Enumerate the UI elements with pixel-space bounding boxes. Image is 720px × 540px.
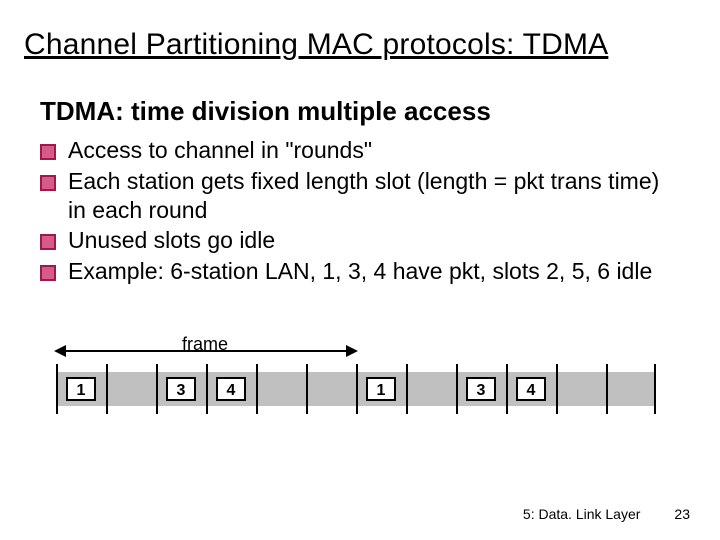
- slot-box: 4: [216, 377, 246, 401]
- tdma-diagram: frame134134: [56, 336, 656, 416]
- slide-subtitle: TDMA: time division multiple access: [40, 96, 491, 127]
- slot-divider: [356, 364, 358, 414]
- slot-divider: [106, 364, 108, 414]
- slide-footer: 5: Data. Link Layer 23: [523, 506, 690, 522]
- bullet-item: Each station gets fixed length slot (len…: [40, 167, 660, 225]
- bullet-icon: [40, 234, 56, 250]
- slot-box: 1: [66, 377, 96, 401]
- slide: Channel Partitioning MAC protocols: TDMA…: [0, 0, 720, 540]
- slot-divider: [606, 364, 608, 414]
- slot-divider: [206, 364, 208, 414]
- bullet-text: Each station gets fixed length slot (len…: [68, 167, 660, 225]
- slot-divider: [306, 364, 308, 414]
- slot-box: 3: [166, 377, 196, 401]
- bullet-text: Access to channel in "rounds": [68, 136, 660, 165]
- slot-divider: [654, 364, 656, 414]
- bullet-text: Unused slots go idle: [68, 226, 660, 255]
- slot-divider: [156, 364, 158, 414]
- slot-divider: [506, 364, 508, 414]
- slot-divider: [456, 364, 458, 414]
- bullet-item: Example: 6-station LAN, 1, 3, 4 have pkt…: [40, 257, 660, 286]
- slot-box: 1: [366, 377, 396, 401]
- bullet-item: Unused slots go idle: [40, 226, 660, 255]
- bullet-icon: [40, 175, 56, 191]
- slot-box: 4: [516, 377, 546, 401]
- arrow-right-icon: [346, 345, 358, 357]
- slot-divider: [556, 364, 558, 414]
- bullet-item: Access to channel in "rounds": [40, 136, 660, 165]
- bullet-icon: [40, 265, 56, 281]
- slot-box: 3: [466, 377, 496, 401]
- slot-divider: [56, 364, 58, 414]
- footer-page: 23: [674, 506, 690, 522]
- footer-chapter: 5: Data. Link Layer: [523, 506, 641, 522]
- bullet-list: Access to channel in "rounds" Each stati…: [40, 136, 660, 288]
- bullet-text: Example: 6-station LAN, 1, 3, 4 have pkt…: [68, 257, 660, 286]
- slot-divider: [406, 364, 408, 414]
- slot-divider: [256, 364, 258, 414]
- arrow-left-icon: [54, 345, 66, 357]
- bullet-icon: [40, 144, 56, 160]
- slide-title: Channel Partitioning MAC protocols: TDMA: [24, 28, 608, 62]
- frame-label: frame: [182, 334, 228, 355]
